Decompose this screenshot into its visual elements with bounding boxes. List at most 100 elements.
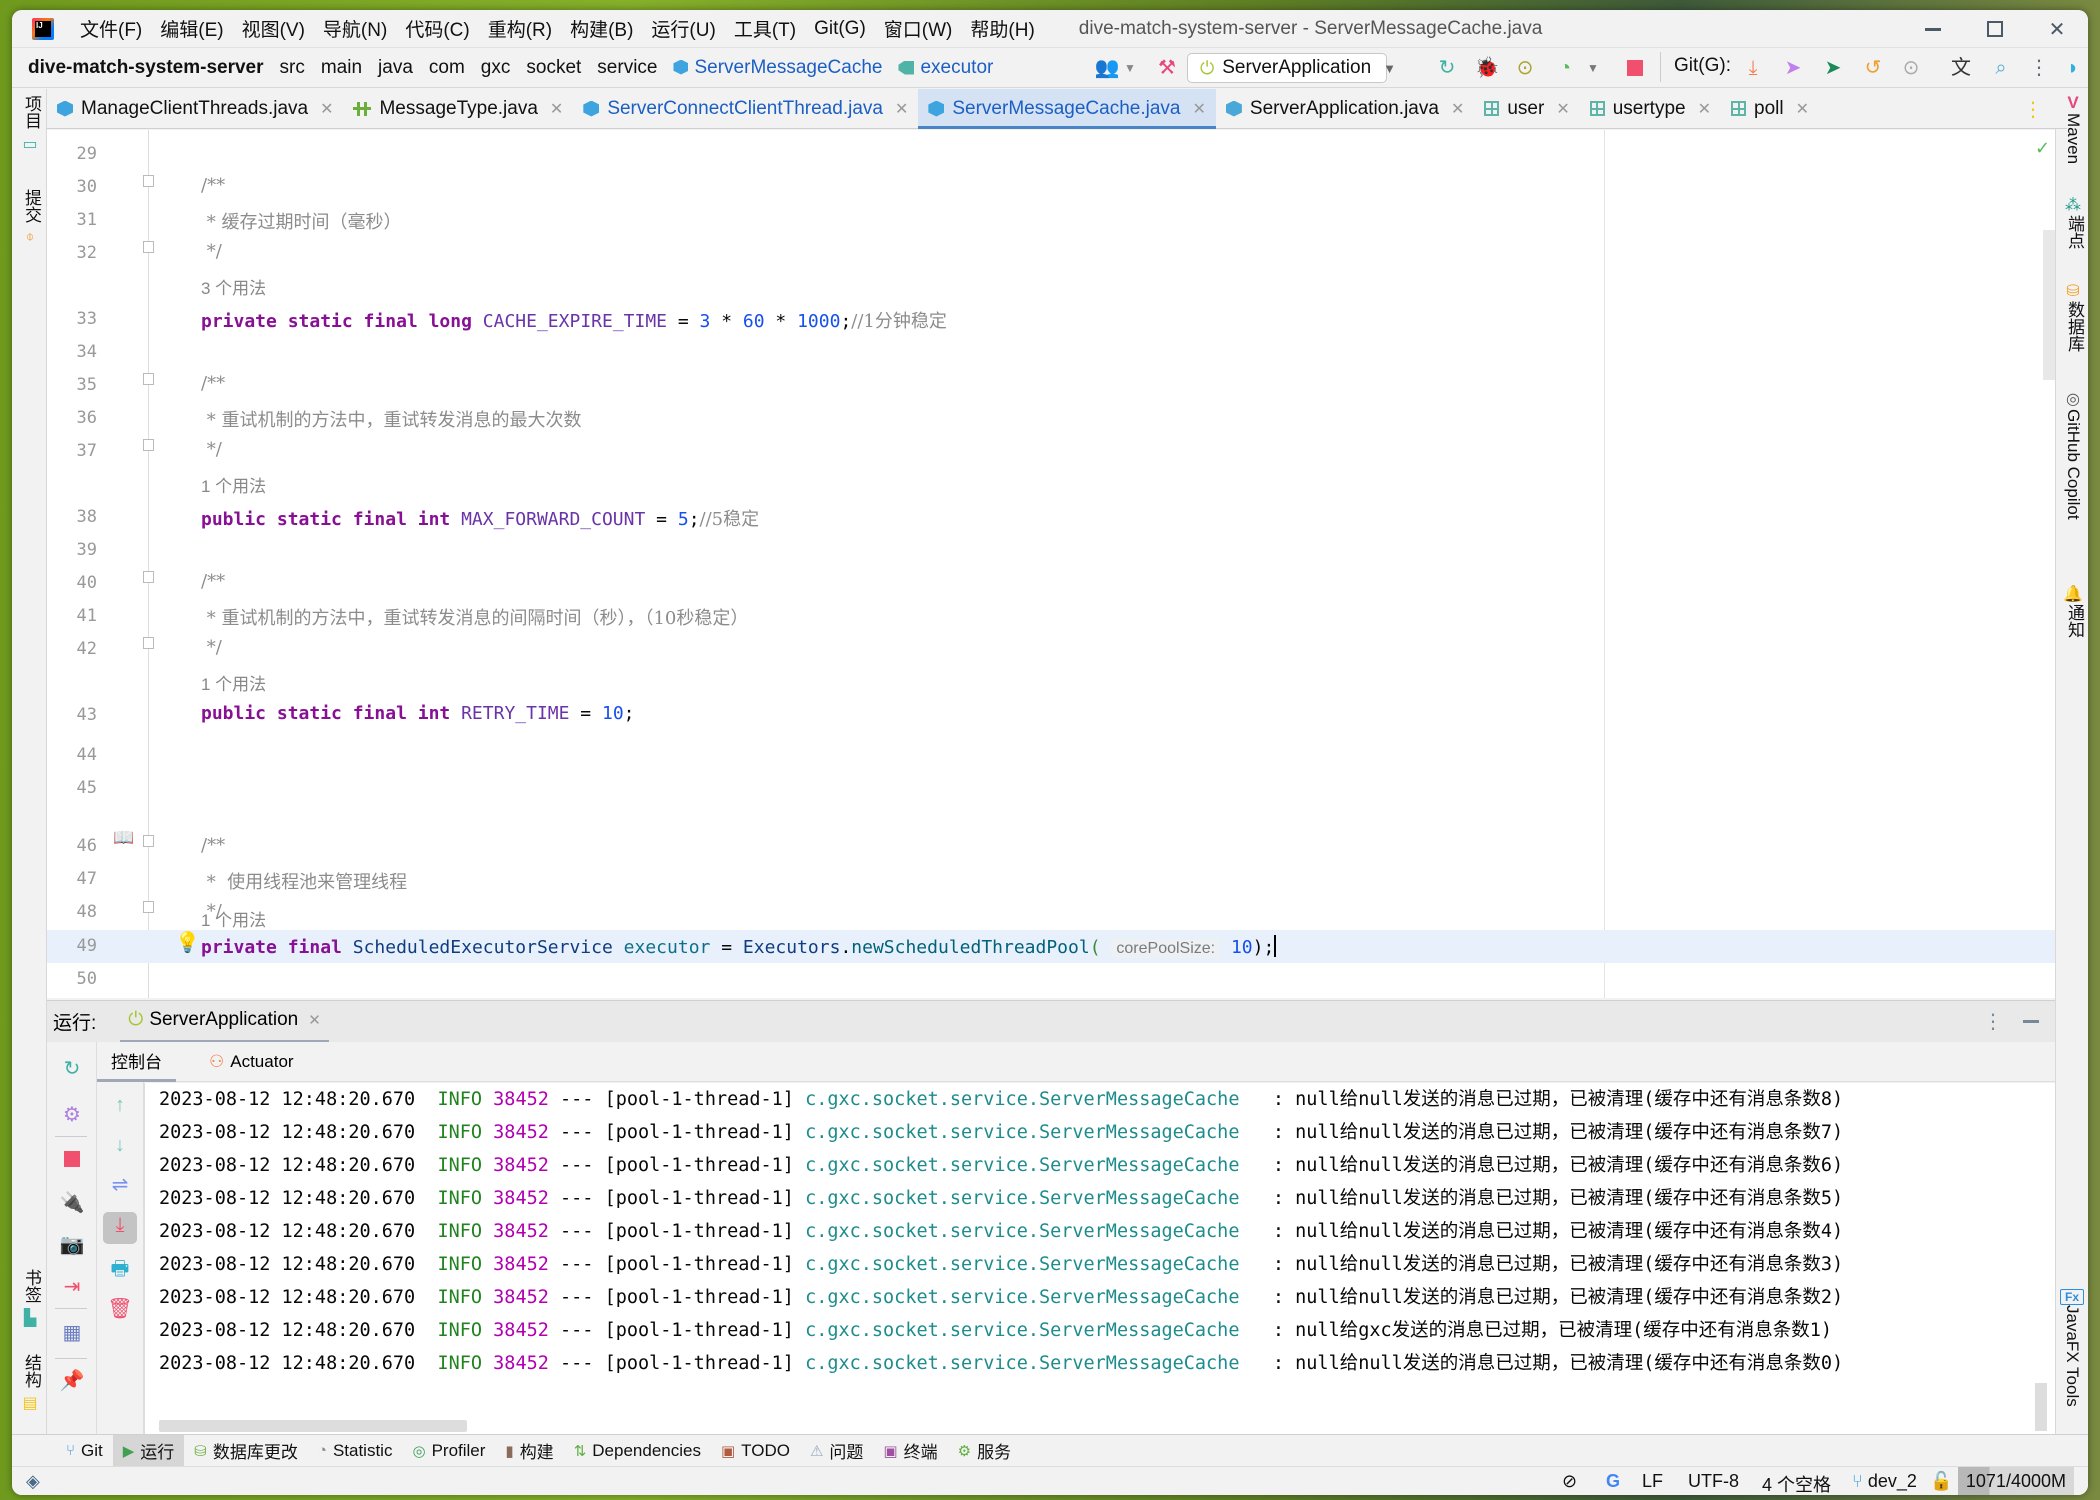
close-button[interactable]: ✕: [2026, 10, 2088, 48]
stop-button[interactable]: [59, 1148, 85, 1174]
endpoints-tool-button[interactable]: ⁂ 端点: [2062, 195, 2084, 254]
usages-hint[interactable]: 1 个用法: [201, 472, 266, 497]
close-tab-icon[interactable]: ✕: [1698, 99, 1711, 119]
scroll-down-arrow-icon[interactable]: ↓: [107, 1132, 133, 1158]
menu-run[interactable]: 运行(U): [651, 15, 715, 42]
unlocked-icon[interactable]: 🔓: [1930, 1471, 1952, 1492]
file-encoding[interactable]: UTF-8: [1688, 1471, 1739, 1492]
menu-file[interactable]: 文件(F): [80, 15, 142, 42]
menu-edit[interactable]: 编辑(E): [160, 15, 223, 42]
menu-build[interactable]: 构建(B): [570, 15, 633, 42]
tab-server-message-cache[interactable]: ServerMessageCache.java ✕: [918, 88, 1216, 129]
no-problems-check-icon[interactable]: ✓: [2035, 138, 2050, 159]
rerun-icon[interactable]: ↻: [1434, 56, 1460, 80]
camera-dump-icon[interactable]: 📷: [59, 1232, 85, 1258]
close-tab-icon[interactable]: ✕: [550, 99, 563, 119]
translate-icon[interactable]: 文: [1948, 56, 1974, 80]
vertical-scrollbar[interactable]: [2035, 1383, 2047, 1431]
clear-trash-icon[interactable]: 🗑: [107, 1296, 133, 1322]
console-tab[interactable]: 控制台: [97, 1042, 176, 1082]
tool-window-db-changes[interactable]: ⛁ 数据库更改: [184, 1435, 308, 1467]
layout-icon[interactable]: ▦: [59, 1320, 85, 1346]
usages-hint[interactable]: 1 个用法: [201, 906, 266, 931]
tool-window-git[interactable]: ⑂ Git: [56, 1435, 113, 1467]
tab-user[interactable]: user ✕: [1474, 89, 1579, 129]
javadoc-book-icon[interactable]: 📖: [113, 828, 134, 848]
more-options-icon[interactable]: ⋮: [2026, 56, 2052, 80]
tab-message-type[interactable]: MessageType.java ✕: [343, 89, 573, 129]
breadcrumb-com[interactable]: com: [429, 57, 465, 79]
breadcrumb-class[interactable]: ServerMessageCache: [673, 57, 882, 79]
tool-window-dependencies[interactable]: ⇅ Dependencies: [564, 1435, 711, 1467]
maximize-button[interactable]: [1964, 10, 2026, 48]
breadcrumb-field[interactable]: executor: [898, 57, 993, 79]
git-branch[interactable]: ⑂ dev_2: [1852, 1471, 1917, 1492]
tool-window-statistic[interactable]: ◔ Statistic: [308, 1435, 403, 1467]
commit-tool-button[interactable]: 提交 ⌽: [19, 189, 41, 245]
fold-marker-icon[interactable]: [143, 835, 154, 847]
settings-gear-icon[interactable]: ⚙: [59, 1102, 85, 1128]
notifications-tool-button[interactable]: 🔔 通知: [2062, 584, 2084, 643]
fold-marker-icon[interactable]: [143, 637, 154, 649]
rerun-icon[interactable]: ↻: [59, 1056, 85, 1082]
tab-server-application[interactable]: ServerApplication.java ✕: [1216, 89, 1474, 129]
close-run-tab-icon[interactable]: ✕: [308, 1011, 321, 1029]
tab-server-connect-client-thread[interactable]: ServerConnectClientThread.java ✕: [573, 89, 918, 129]
menu-code[interactable]: 代码(C): [405, 15, 469, 42]
git-commit-icon[interactable]: ➤: [1780, 56, 1806, 80]
more-run-dropdown-icon[interactable]: ▼: [1580, 56, 1606, 80]
horizontal-scrollbar[interactable]: [159, 1420, 467, 1432]
fold-marker-icon[interactable]: [143, 439, 154, 451]
print-icon[interactable]: 🖶: [107, 1256, 133, 1282]
intellij-logo-icon[interactable]: IJ: [32, 17, 54, 40]
tab-manage-client-threads[interactable]: ManageClientThreads.java ✕: [47, 89, 343, 129]
breadcrumb-socket[interactable]: socket: [526, 57, 581, 79]
usages-hint[interactable]: 1 个用法: [201, 670, 266, 695]
tab-poll[interactable]: poll ✕: [1721, 89, 1819, 129]
close-tab-icon[interactable]: ✕: [1192, 99, 1205, 119]
close-tab-icon[interactable]: ✕: [1451, 99, 1464, 119]
tool-window-run[interactable]: ▶ 运行: [112, 1434, 185, 1467]
breadcrumb-project[interactable]: dive-match-system-server: [28, 57, 264, 79]
google-icon[interactable]: G: [1606, 1471, 1620, 1492]
tab-usertype[interactable]: usertype ✕: [1580, 89, 1721, 129]
git-push-icon[interactable]: ➤: [1820, 56, 1846, 80]
fold-marker-icon[interactable]: [143, 241, 154, 253]
exit-icon[interactable]: ⇥: [59, 1274, 85, 1300]
breadcrumb-service[interactable]: service: [597, 57, 657, 79]
code-editor[interactable]: 29 30 31 32 33 34 35 36 37 38 39 40 41 42 43 44 45 46 47 48…: [47, 130, 2055, 998]
breadcrumb-java[interactable]: java: [378, 57, 413, 79]
close-tab-icon[interactable]: ✕: [1556, 99, 1569, 119]
tool-window-terminal[interactable]: ▣ 终端: [873, 1435, 947, 1467]
fold-marker-icon[interactable]: [143, 175, 154, 187]
menu-git[interactable]: Git(G): [814, 18, 866, 40]
scroll-up-arrow-icon[interactable]: ↑: [107, 1092, 133, 1118]
fold-marker-icon[interactable]: [143, 373, 154, 385]
structure-tool-button[interactable]: 结构 ▤: [19, 1354, 41, 1413]
menu-help[interactable]: 帮助(H): [970, 15, 1034, 42]
actuator-tab[interactable]: ⚇ Actuator: [199, 1042, 304, 1082]
stop-button[interactable]: [1622, 56, 1648, 80]
breadcrumb-main[interactable]: main: [321, 57, 362, 79]
close-tab-icon[interactable]: ✕: [1796, 99, 1809, 119]
breadcrumb-gxc[interactable]: gxc: [481, 57, 511, 79]
users-dropdown-icon[interactable]: ▼: [1117, 56, 1143, 80]
profiler-icon[interactable]: ◔: [1552, 56, 1578, 80]
tool-window-problems[interactable]: ⚠ 问题: [800, 1435, 873, 1467]
code-with-me-icon[interactable]: ◗: [2060, 56, 2086, 80]
menu-tools[interactable]: 工具(T): [734, 15, 796, 42]
menu-view[interactable]: 视图(V): [242, 15, 305, 42]
memory-indicator[interactable]: 1071/4000M: [1957, 1467, 2074, 1495]
search-icon[interactable]: ⌕: [1988, 56, 2014, 80]
menu-refactor[interactable]: 重构(R): [488, 15, 552, 42]
run-with-coverage-icon[interactable]: ⊙: [1512, 56, 1538, 80]
breadcrumb-src[interactable]: src: [280, 57, 305, 79]
lightbulb-icon[interactable]: 💡: [175, 930, 200, 955]
debug-bug-icon[interactable]: 🐞: [1474, 56, 1500, 80]
disconnect-plug-icon[interactable]: 🔌: [59, 1190, 85, 1216]
fold-marker-icon[interactable]: [143, 571, 154, 583]
git-rollback-icon[interactable]: ⊙: [1898, 56, 1924, 80]
soft-wrap-icon[interactable]: ⇌: [107, 1172, 133, 1198]
indent-setting[interactable]: 4 个空格: [1762, 1471, 1831, 1495]
run-panel-options-icon[interactable]: ⋮: [1983, 1009, 2003, 1034]
